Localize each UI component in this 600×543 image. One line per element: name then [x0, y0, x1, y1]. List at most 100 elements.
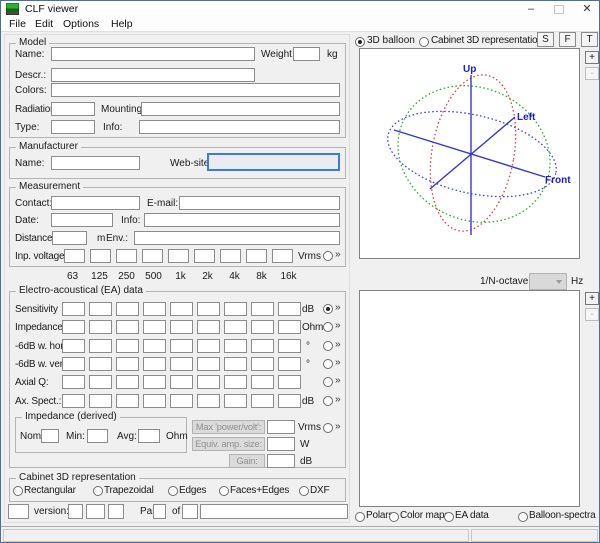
t-button[interactable]: T [581, 32, 598, 47]
impedance-radio[interactable] [323, 322, 333, 332]
value-field[interactable] [89, 394, 112, 408]
titlebar[interactable]: CLF viewer – ✕ [1, 1, 599, 17]
hor-width-radio[interactable] [323, 341, 333, 351]
model-descr-field[interactable] [51, 68, 255, 82]
s-button[interactable]: S [537, 32, 554, 47]
value-field[interactable] [194, 249, 215, 263]
contact-field[interactable] [51, 196, 140, 210]
value-field[interactable] [62, 375, 85, 389]
value-field[interactable] [251, 320, 274, 334]
value-field[interactable] [278, 375, 301, 389]
value-field[interactable] [116, 357, 139, 371]
equiv-amp-button[interactable]: Equiv. amp. size: [192, 437, 265, 451]
menu-options[interactable]: Options [63, 18, 99, 30]
value-field[interactable] [197, 357, 220, 371]
value-field[interactable] [197, 320, 220, 334]
inp-voltage-radio[interactable] [323, 251, 333, 261]
max-power-button[interactable]: Max 'power/volt': [192, 420, 265, 434]
cabinet-option-label[interactable]: Trapezoidal [104, 485, 154, 496]
color-maps-label[interactable]: Color maps [400, 510, 449, 521]
value-field[interactable] [224, 394, 247, 408]
balloon-spectra-radio[interactable] [518, 512, 528, 522]
model-info-field[interactable] [139, 120, 340, 134]
value-field[interactable] [168, 249, 189, 263]
octave-dropdown[interactable] [529, 273, 567, 290]
cabinet-option-label[interactable]: Edges [179, 485, 206, 496]
part-total-field[interactable] [182, 504, 198, 519]
version-field-2[interactable] [86, 504, 105, 519]
value-field[interactable] [116, 320, 139, 334]
value-field[interactable] [116, 249, 137, 263]
polars-radio[interactable] [355, 512, 365, 522]
value-field[interactable] [143, 357, 166, 371]
value-field[interactable] [170, 394, 193, 408]
value-field[interactable] [197, 375, 220, 389]
value-field[interactable] [116, 302, 139, 316]
model-name-field[interactable] [51, 47, 255, 61]
more-indicator[interactable]: » [335, 394, 341, 406]
more-indicator[interactable]: » [335, 357, 341, 369]
value-field[interactable] [64, 249, 85, 263]
spectrum-zoom-in-button[interactable]: + [585, 292, 599, 305]
value-field[interactable] [224, 357, 247, 371]
value-field[interactable] [278, 357, 301, 371]
value-field[interactable] [197, 394, 220, 408]
close-button[interactable]: ✕ [573, 1, 600, 18]
value-field[interactable] [224, 339, 247, 353]
ax-spect-radio[interactable] [323, 396, 333, 406]
value-field[interactable] [142, 249, 163, 263]
value-field[interactable] [170, 320, 193, 334]
balloon-spectra-label[interactable]: Balloon-spectra [529, 510, 595, 521]
color-maps-radio[interactable] [389, 512, 399, 522]
value-field[interactable] [224, 302, 247, 316]
value-field[interactable] [116, 394, 139, 408]
cabinet-option-label[interactable]: Faces+Edges [230, 485, 289, 496]
value-field[interactable] [251, 357, 274, 371]
menu-file[interactable]: File [9, 18, 26, 30]
value-field[interactable] [143, 339, 166, 353]
maximize-button[interactable] [545, 1, 573, 18]
email-field[interactable] [179, 196, 340, 210]
value-field[interactable] [143, 394, 166, 408]
model-mounting-field[interactable] [141, 102, 340, 116]
part-field[interactable] [153, 504, 166, 519]
value-field[interactable] [62, 339, 85, 353]
minimize-button[interactable]: – [517, 1, 545, 18]
max-power-radio[interactable] [323, 423, 333, 433]
spectrum-zoom-out-button[interactable]: - [585, 308, 599, 321]
view-cabinet-radio[interactable] [419, 37, 429, 47]
model-type-field[interactable] [51, 120, 95, 134]
value-field[interactable] [62, 302, 85, 316]
value-field[interactable] [89, 302, 112, 316]
version-field-1[interactable] [68, 504, 83, 519]
meas-info-field[interactable] [144, 213, 340, 227]
value-field[interactable] [62, 320, 85, 334]
value-field[interactable] [143, 302, 166, 316]
cabinet-edges-radio[interactable] [168, 486, 178, 496]
format-field[interactable] [8, 504, 29, 519]
value-field[interactable] [272, 249, 293, 263]
value-field[interactable] [89, 339, 112, 353]
env-field[interactable] [134, 231, 340, 245]
value-field[interactable] [278, 302, 301, 316]
value-field[interactable] [251, 302, 274, 316]
value-field[interactable] [170, 357, 193, 371]
balloon-plot[interactable]: Up Left Front [359, 48, 580, 259]
value-field[interactable] [170, 375, 193, 389]
cabinet-trapezoidal-radio[interactable] [93, 486, 103, 496]
version-field-3[interactable] [108, 504, 124, 519]
value-field[interactable] [116, 339, 139, 353]
manufacturer-name-field[interactable] [51, 156, 140, 170]
file-path-field[interactable] [200, 504, 348, 519]
cabinet-option-label[interactable]: DXF [310, 485, 329, 496]
axial-q-radio[interactable] [323, 377, 333, 387]
value-field[interactable] [251, 339, 274, 353]
model-colors-field[interactable] [51, 83, 340, 97]
more-indicator[interactable]: » [335, 249, 341, 261]
cabinet-rectangular-radio[interactable] [13, 486, 23, 496]
value-field[interactable] [224, 375, 247, 389]
cabinet-option-label[interactable]: Rectangular [24, 485, 76, 496]
cabinet-dxf-radio[interactable] [299, 486, 309, 496]
value-field[interactable] [220, 249, 241, 263]
spectrum-plot[interactable] [359, 290, 580, 507]
